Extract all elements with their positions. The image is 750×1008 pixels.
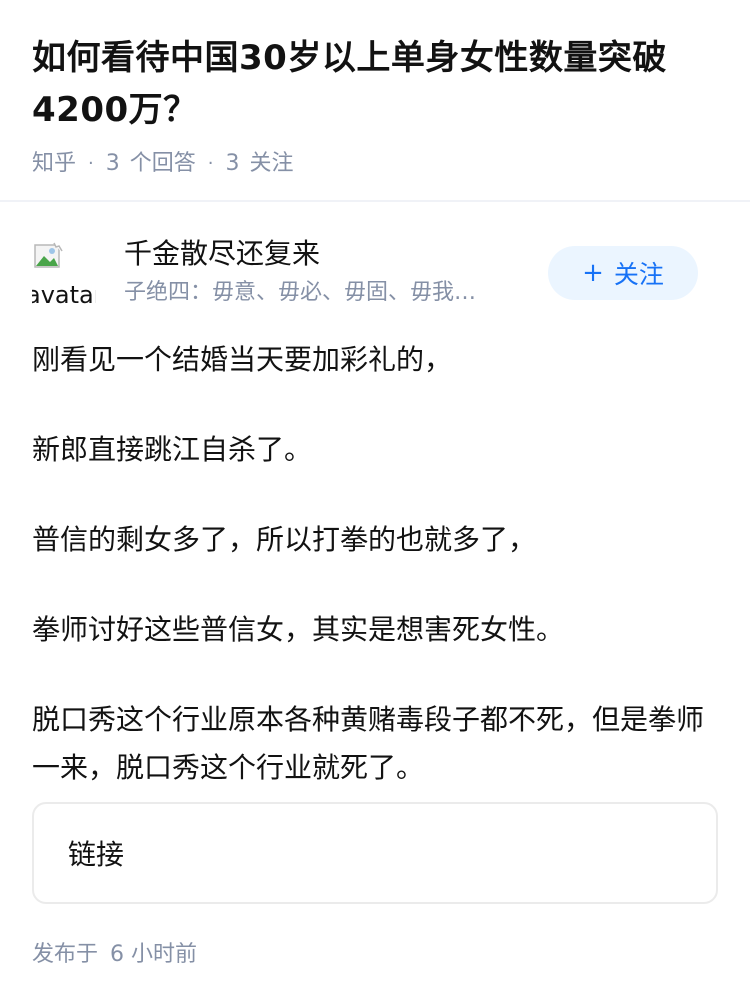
publish-time: 发布于 6 小时前 [32,938,197,972]
publish-label: 发布于 [32,942,99,967]
link-card-label: 链接 [68,838,125,871]
answer-paragraph: 脱口秀这个行业原本各种黄赌毒段子都不死，但是拳师一来，脱口秀这个行业就死了。 [32,703,705,784]
follow-button-label: 关注 [613,260,664,289]
question-meta: 知乎 · 3 个回答 · 3 关注 [32,148,718,180]
answer-content: 刚看见一个结婚当天要加彩礼的， 新郎直接跳江自杀了。 普信的剩女多了，所以打拳的… [32,336,718,834]
meta-separator-dot: · [207,153,214,174]
meta-separator-dot: · [88,153,94,174]
follower-count[interactable]: 3 关注 [226,148,294,180]
avatar-alt-text: avatar [32,281,96,304]
broken-image-icon [34,242,63,268]
follower-count-value: 3 [225,151,240,176]
answer-count[interactable]: 3 个回答 [106,148,196,180]
answer-count-label: 个回答 [129,151,196,176]
follower-count-label: 关注 [249,151,294,176]
avatar[interactable]: avatar [32,240,96,304]
source-label[interactable]: 知乎 [32,148,76,180]
author-info: avatar 千金散尽还复来 子绝四：毋意、毋必、毋固、毋我… + 关注 [32,232,718,312]
follow-button[interactable]: + 关注 [548,246,698,300]
question-title[interactable]: 如何看待中国30岁以上单身女性数量突破4200万？ [32,32,718,136]
link-card[interactable]: 链接 [32,802,718,904]
author-bio: 子绝四：毋意、毋必、毋固、毋我… [124,280,477,305]
section-divider [0,200,750,202]
author-name[interactable]: 千金散尽还复来 [124,234,320,274]
answer-paragraph: 刚看见一个结婚当天要加彩礼的， [32,343,453,376]
publish-time-value: 6 小时前 [110,942,198,967]
question-header: 如何看待中国30岁以上单身女性数量突破4200万？ 知乎 · 3 个回答 · 3… [0,0,750,176]
plus-icon: + [582,258,604,288]
answer-paragraph: 拳师讨好这些普信女，其实是想害死女性。 [32,613,565,646]
answer-count-value: 3 [105,151,120,176]
answer-paragraph: 普信的剩女多了，所以打拳的也就多了， [32,523,537,556]
answer-paragraph: 新郎直接跳江自杀了。 [32,433,313,466]
